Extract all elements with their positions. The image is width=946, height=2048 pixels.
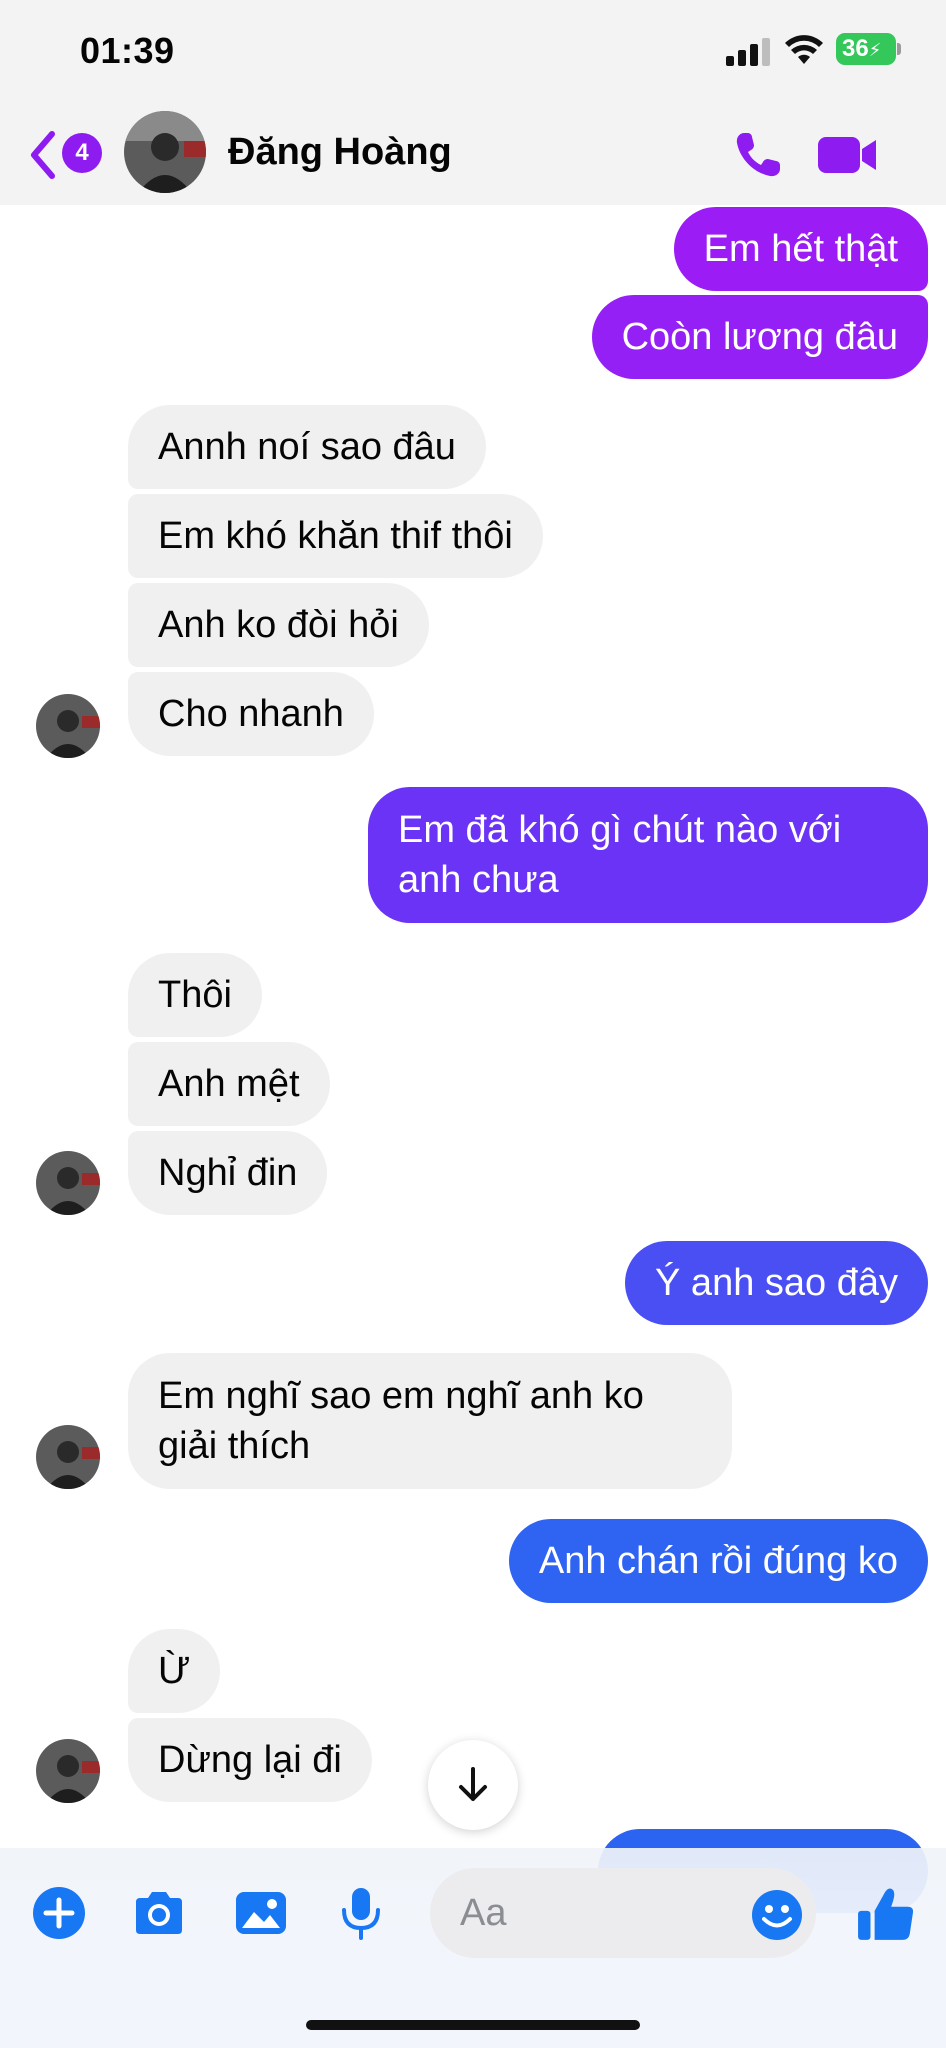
arrow-down-icon xyxy=(459,1767,487,1801)
image-icon[interactable] xyxy=(232,1884,290,1942)
battery-level: 36 xyxy=(842,35,869,62)
phone-icon[interactable] xyxy=(730,127,786,183)
back-button[interactable]: 4 xyxy=(28,127,108,183)
thumbs-up-icon[interactable] xyxy=(856,1884,916,1944)
camera-icon[interactable] xyxy=(130,1884,188,1942)
sender-avatar[interactable] xyxy=(36,1425,100,1489)
message-composer xyxy=(0,1848,946,2048)
message-text: Em hết thật xyxy=(703,228,898,270)
message-text: Anh mệt xyxy=(158,1063,300,1105)
home-indicator xyxy=(306,2020,640,2030)
battery-tip xyxy=(897,43,901,55)
message-text: Coòn lương đâu xyxy=(621,316,898,358)
message-text: Cho nhanh xyxy=(158,693,344,735)
message-text: Dừng lại đi xyxy=(158,1739,342,1781)
message-bubble-outgoing[interactable]: Em đã khó gì chút nào với anh chưa xyxy=(368,787,928,923)
wifi-icon xyxy=(785,35,823,64)
status-time: 01:39 xyxy=(80,30,175,71)
sender-avatar[interactable] xyxy=(36,694,100,758)
message-bubble-incoming[interactable]: Ừ xyxy=(128,1629,221,1713)
scroll-to-bottom-button[interactable] xyxy=(428,1740,518,1830)
battery-icon: 36⚡ xyxy=(836,33,896,65)
message-text: Anh chán rồi đúng ko xyxy=(538,1540,898,1582)
video-camera-icon[interactable] xyxy=(816,127,880,183)
sender-avatar[interactable] xyxy=(36,1151,100,1215)
sender-avatar[interactable] xyxy=(36,1739,100,1803)
message-bubble-incoming[interactable]: Anh mệt xyxy=(128,1042,330,1126)
message-text: Em khó khăn thif thôi xyxy=(158,515,513,557)
message-text: Anh ko đòi hỏi xyxy=(158,604,399,646)
status-bar: 01:39 36⚡ xyxy=(0,0,946,105)
message-text: Em nghĩ sao em nghĩ anh ko giải thích xyxy=(158,1375,644,1467)
message-bubble-outgoing[interactable]: Coòn lương đâu xyxy=(591,295,928,379)
message-text: Annh noí sao đâu xyxy=(158,426,456,468)
message-bubble-outgoing[interactable]: Anh chán rồi đúng ko xyxy=(508,1519,928,1603)
message-bubble-incoming[interactable]: Anh ko đòi hỏi xyxy=(128,583,429,667)
message-bubble-incoming[interactable]: Thôi xyxy=(128,953,262,1037)
plus-icon[interactable] xyxy=(30,1884,88,1942)
contact-avatar[interactable] xyxy=(124,111,206,193)
message-bubble-incoming[interactable]: Annh noí sao đâu xyxy=(128,405,486,489)
message-bubble-incoming[interactable]: Dừng lại đi xyxy=(128,1718,372,1802)
contact-name[interactable]: Đăng Hoàng xyxy=(228,131,452,174)
message-bubble-outgoing[interactable]: Em hết thật xyxy=(673,207,928,291)
message-thread[interactable]: Em hết thật Coòn lương đâu Annh noí sao … xyxy=(0,205,946,1913)
microphone-icon[interactable] xyxy=(332,1884,390,1942)
message-bubble-incoming[interactable]: Em nghĩ sao em nghĩ anh ko giải thích xyxy=(128,1353,732,1489)
message-text: Nghỉ đin xyxy=(158,1152,298,1194)
message-text: Em đã khó gì chút nào với anh chưa xyxy=(398,809,842,901)
message-text: Ý anh sao đây xyxy=(655,1262,898,1304)
unread-count-badge: 4 xyxy=(62,133,102,173)
conversation-header: 4 Đăng Hoàng xyxy=(0,105,946,205)
message-bubble-incoming[interactable]: Nghỉ đin xyxy=(128,1131,328,1215)
message-bubble-incoming[interactable]: Em khó khăn thif thôi xyxy=(128,494,543,578)
message-text: Ừ xyxy=(158,1650,191,1692)
emoji-icon[interactable] xyxy=(748,1886,806,1944)
message-bubble-incoming[interactable]: Cho nhanh xyxy=(128,672,374,756)
back-chevron-icon xyxy=(31,131,55,179)
cellular-signal-icon xyxy=(726,34,774,66)
message-text: Thôi xyxy=(158,974,232,1016)
message-bubble-outgoing[interactable]: Ý anh sao đây xyxy=(625,1241,928,1325)
